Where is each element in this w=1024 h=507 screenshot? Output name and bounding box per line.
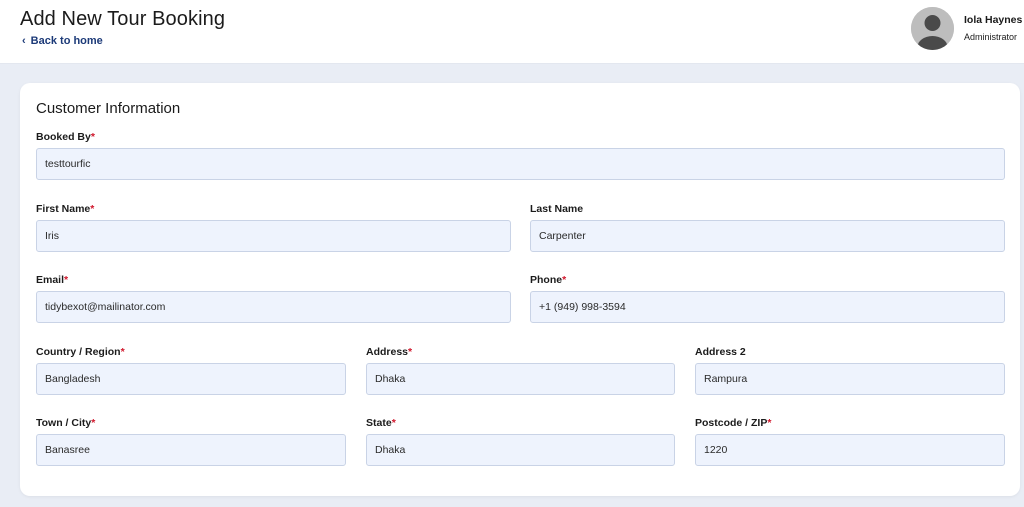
email-input[interactable] (36, 291, 511, 323)
postcode-input[interactable] (695, 434, 1005, 466)
customer-information-card: Customer Information Booked By* First Na… (20, 83, 1020, 496)
field-label: First Name* (36, 203, 95, 215)
back-link-label: Back to home (30, 35, 103, 47)
field-label: Town / City* (36, 417, 96, 429)
address2-input[interactable] (695, 363, 1005, 395)
field-label: Last Name (530, 203, 584, 215)
first-name-input[interactable] (36, 220, 511, 252)
field-label: Booked By* (36, 131, 95, 143)
field-label: State* (366, 417, 396, 429)
field-label: Address* (366, 346, 413, 358)
page-title: Add New Tour Booking (20, 8, 226, 30)
field-label: Address 2 (695, 346, 746, 358)
country-input[interactable] (36, 363, 346, 395)
address-input[interactable] (366, 363, 675, 395)
field-label: Country / Region* (36, 346, 125, 358)
chevron-left-icon: ‹ (22, 35, 26, 47)
town-input[interactable] (36, 434, 346, 466)
user-avatar-icon[interactable] (911, 7, 954, 50)
field-label: Email* (36, 274, 69, 286)
field-label: Postcode / ZIP* (695, 417, 772, 429)
top-bar: Add New Tour Booking ‹ Back to home Iola… (0, 0, 1024, 64)
field-label: Phone* (530, 274, 567, 286)
section-title: Customer Information (36, 100, 181, 117)
back-to-home-link[interactable]: ‹ Back to home (22, 35, 103, 47)
booked-by-input[interactable] (36, 148, 1005, 180)
state-input[interactable] (366, 434, 675, 466)
last-name-input[interactable] (530, 220, 1005, 252)
user-name: Iola Haynes (964, 14, 1023, 26)
phone-input[interactable] (530, 291, 1005, 323)
user-role: Administrator (964, 32, 1018, 42)
